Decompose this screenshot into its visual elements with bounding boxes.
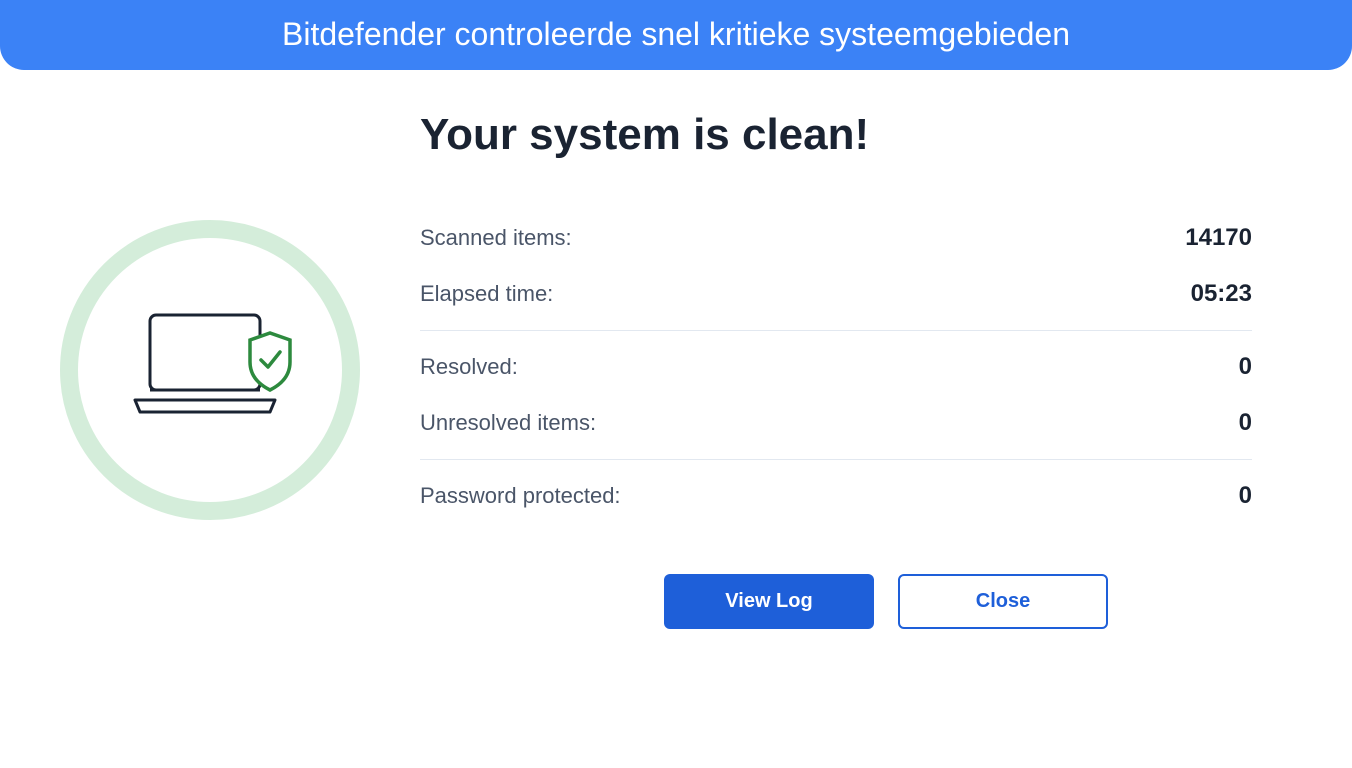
resolved-value: 0 [1239,353,1252,381]
stat-row-password: Password protected: 0 [420,468,1252,524]
status-circle [60,220,360,520]
status-icon-section [60,220,360,520]
elapsed-time-label: Elapsed time: [420,281,553,307]
resolved-label: Resolved: [420,354,518,380]
elapsed-time-value: 05:23 [1191,280,1252,308]
password-protected-value: 0 [1239,482,1252,510]
result-title: Your system is clean! [420,110,1252,160]
caption-banner: Bitdefender controleerde snel kritieke s… [0,0,1352,70]
content-section: Your system is clean! Scanned items: 141… [420,110,1292,629]
banner-text: Bitdefender controleerde snel kritieke s… [282,16,1070,52]
scanned-items-label: Scanned items: [420,225,572,251]
password-protected-label: Password protected: [420,483,621,509]
stat-row-scanned: Scanned items: 14170 [420,210,1252,266]
stat-row-resolved: Resolved: 0 [420,339,1252,395]
stat-row-elapsed: Elapsed time: 05:23 [420,266,1252,322]
close-button[interactable]: Close [898,574,1108,629]
unresolved-value: 0 [1239,409,1252,437]
scanned-items-value: 14170 [1185,224,1252,252]
view-log-button[interactable]: View Log [664,574,874,629]
laptop-shield-icon [120,300,300,440]
stat-row-unresolved: Unresolved items: 0 [420,395,1252,451]
divider [420,330,1252,331]
main-container: Your system is clean! Scanned items: 141… [0,70,1352,649]
button-row: View Log Close [420,574,1252,629]
unresolved-label: Unresolved items: [420,410,596,436]
divider [420,459,1252,460]
